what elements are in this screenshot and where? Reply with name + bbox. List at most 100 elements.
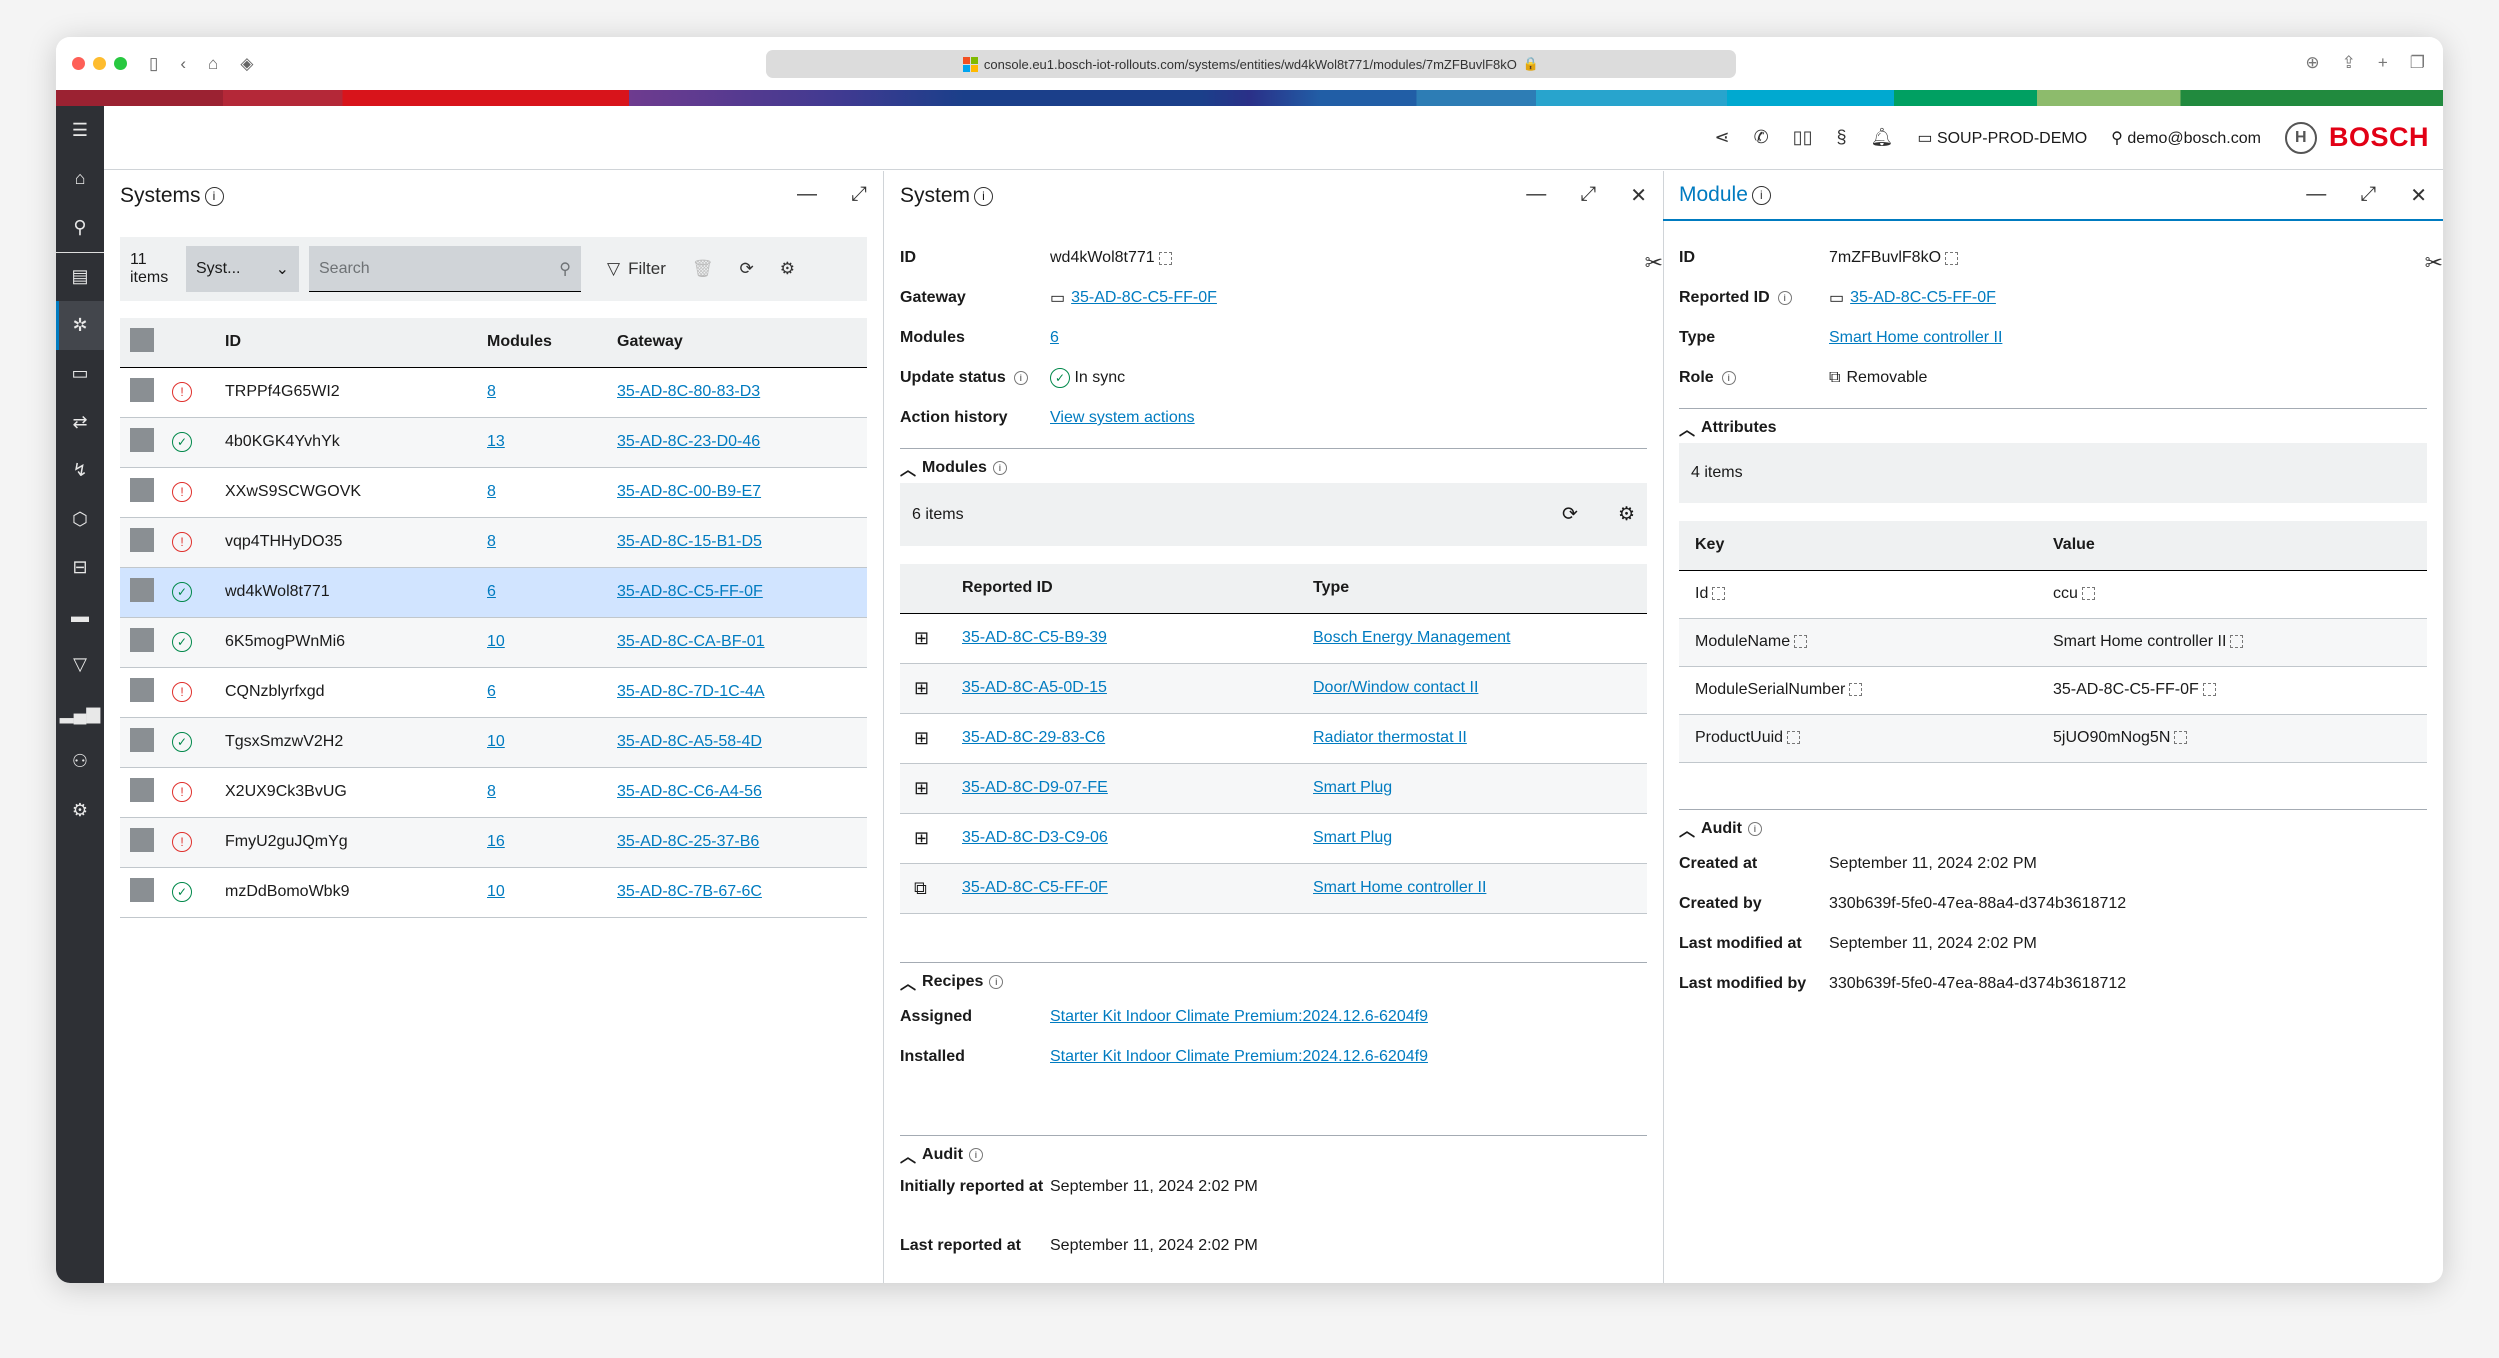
reported-id-link[interactable]: 35-AD-8C-A5-0D-15 [962, 679, 1107, 696]
copy-icon[interactable] [1849, 683, 1863, 697]
modules-count-link[interactable]: 10 [487, 733, 505, 750]
table-row[interactable]: ⊞ 35-AD-8C-A5-0D-15 Door/Window contact … [900, 663, 1647, 714]
table-row[interactable]: ✓ wd4kWol8t771 6 35-AD-8C-C5-FF-0F [120, 567, 867, 618]
table-row[interactable]: ! FmyU2guJQmYg 16 35-AD-8C-25-37-B6 [120, 817, 867, 868]
copy-icon[interactable] [1794, 635, 1808, 649]
row-checkbox[interactable] [130, 877, 154, 902]
tenant-selector[interactable]: ▭ SOUP-PROD-DEMO [1917, 128, 2087, 148]
menu-icon[interactable]: ☰ [56, 106, 104, 155]
module-type-link[interactable]: Radiator thermostat II [1313, 729, 1467, 746]
view-system-actions-link[interactable]: View system actions [1050, 409, 1195, 427]
modules-count-link[interactable]: 10 [487, 883, 505, 900]
row-checkbox[interactable] [130, 577, 154, 602]
audit-section-toggle[interactable]: ︿ Audit i [900, 1140, 1647, 1170]
copy-icon[interactable] [1712, 587, 1726, 601]
modules-count-link[interactable]: 6 [487, 683, 496, 700]
expand-panel-button[interactable]: ⤢ [1580, 183, 1596, 208]
copy-icon[interactable] [2081, 587, 2095, 601]
row-checkbox[interactable] [130, 527, 154, 552]
info-icon[interactable]: i [1013, 371, 1028, 385]
bell-icon[interactable]: 🔔︎ [1871, 127, 1894, 148]
gateway-link[interactable]: 35-AD-8C-7B-67-6C [617, 883, 762, 900]
refresh-icon[interactable]: ⟳ [739, 259, 753, 279]
info-icon[interactable]: i [974, 186, 994, 206]
modules-count-link[interactable]: 8 [487, 383, 496, 400]
module-type-link[interactable]: Smart Plug [1313, 779, 1392, 796]
sidebar-item-workflows[interactable]: ↯ [56, 447, 104, 496]
sidebar-item-modules[interactable]: ⊟ [56, 544, 104, 593]
gateway-link[interactable]: 35-AD-8C-7D-1C-4A [617, 683, 765, 700]
sidebar-item-bundles[interactable]: ▬ [56, 592, 104, 641]
delete-icon[interactable]: 🗑︎ [692, 259, 714, 279]
sidebar-item-filter[interactable]: ▽ [56, 641, 104, 690]
sidebar-item-systems[interactable]: ✲ [56, 301, 104, 350]
download-icon[interactable]: ⊕ [2305, 53, 2319, 73]
minimize-panel-button[interactable]: — [1526, 183, 1546, 208]
info-icon[interactable]: i [968, 1147, 983, 1162]
zoom-window-button[interactable] [114, 57, 127, 70]
info-icon[interactable]: i [1747, 821, 1762, 836]
table-row[interactable]: ! vqp4THHyDO35 8 35-AD-8C-15-B1-D5 [120, 517, 867, 568]
row-checkbox[interactable] [130, 477, 154, 502]
column-header-gateway[interactable]: Gateway [617, 318, 867, 368]
table-row[interactable]: ✓ mzDdBomoWbk9 10 35-AD-8C-7B-67-6C [120, 867, 867, 918]
table-row[interactable]: ⊞ 35-AD-8C-D3-C9-06 Smart Plug [900, 813, 1647, 864]
module-type-link[interactable]: Bosch Energy Management [1313, 629, 1510, 646]
tools-icon[interactable]: ✂ [1645, 250, 1663, 276]
tabs-icon[interactable]: ❐ [2410, 53, 2425, 73]
recipes-section-toggle[interactable]: ︿ Recipes i [900, 967, 1647, 997]
settings-icon[interactable]: ⚙ [780, 259, 795, 279]
table-row[interactable]: ⊞ 35-AD-8C-D9-07-FE Smart Plug [900, 763, 1647, 814]
share-icon[interactable]: ⇪ [2342, 53, 2356, 73]
sidebar-item-home[interactable]: ⌂ [56, 155, 104, 204]
new-tab-icon[interactable]: + [2378, 53, 2388, 73]
sidebar-item-reports[interactable]: ▂▄▆ [56, 689, 104, 738]
installed-recipe-link[interactable]: Starter Kit Indoor Climate Premium:2024.… [1050, 1048, 1428, 1066]
gateway-link[interactable]: 35-AD-8C-C6-A4-56 [617, 783, 762, 800]
reported-id-link[interactable]: 35-AD-8C-29-83-C6 [962, 729, 1105, 746]
gateway-link[interactable]: 35-AD-8C-23-D0-46 [617, 433, 760, 450]
settings-icon[interactable]: ⚙ [1618, 503, 1635, 526]
expand-panel-button[interactable]: ⤢ [851, 183, 867, 206]
gateway-link[interactable]: 35-AD-8C-A5-58-4D [617, 733, 762, 750]
modules-count-link[interactable]: 8 [487, 483, 496, 500]
modules-section-toggle[interactable]: ︿ Modules i [900, 453, 1647, 483]
close-window-button[interactable] [72, 57, 85, 70]
copy-icon[interactable] [1158, 251, 1172, 265]
table-row[interactable]: ! X2UX9Ck3BvUG 8 35-AD-8C-C6-A4-56 [120, 767, 867, 818]
row-checkbox[interactable] [130, 777, 154, 802]
table-row[interactable]: ⧉ 35-AD-8C-C5-FF-0F Smart Home controlle… [900, 863, 1647, 914]
assigned-recipe-link[interactable]: Starter Kit Indoor Climate Premium:2024.… [1050, 1008, 1428, 1026]
info-icon[interactable]: i [204, 186, 224, 206]
book-icon[interactable]: ▯▯ [1793, 127, 1813, 148]
table-row[interactable]: ⊞ 35-AD-8C-29-83-C6 Radiator thermostat … [900, 713, 1647, 764]
sidebar-item-rollouts[interactable]: ⇄ [56, 398, 104, 447]
reported-id-link[interactable]: 35-AD-8C-C5-B9-39 [962, 629, 1107, 646]
modules-count-link[interactable]: 16 [487, 833, 505, 850]
module-type-link[interactable]: Door/Window contact II [1313, 679, 1478, 696]
gateway-link[interactable]: 35-AD-8C-C5-FF-0F [617, 583, 763, 600]
expand-panel-button[interactable]: ⤢ [2360, 183, 2376, 208]
home-icon[interactable]: ⌂ [208, 54, 218, 74]
modules-count-link[interactable]: 10 [487, 633, 505, 650]
reported-id-link[interactable]: 35-AD-8C-C5-FF-0F [962, 879, 1108, 896]
column-header-key[interactable]: Key [1679, 521, 2053, 571]
modules-count-link[interactable]: 8 [487, 533, 496, 550]
column-header-type[interactable]: Type [1313, 564, 1647, 614]
user-menu[interactable]: ⚲ demo@bosch.com [2111, 128, 2261, 148]
table-row[interactable]: ! CQNzblyrfxgd 6 35-AD-8C-7D-1C-4A [120, 667, 867, 718]
sidebar-item-search[interactable]: ⚲ [56, 203, 104, 252]
sidebar-toggle-icon[interactable]: ▯ [149, 54, 158, 74]
minimize-window-button[interactable] [93, 57, 106, 70]
minimize-panel-button[interactable]: — [797, 183, 817, 206]
audit-section-toggle[interactable]: ︿ Audit i [1679, 814, 2427, 844]
row-checkbox[interactable] [130, 677, 154, 702]
copy-icon[interactable] [2230, 635, 2244, 649]
reported-id-link[interactable]: 35-AD-8C-D3-C9-06 [962, 829, 1108, 846]
sidebar-item-packages[interactable]: ⬡ [56, 495, 104, 544]
table-row[interactable]: ✓ 4b0KGK4YvhYk 13 35-AD-8C-23-D0-46 [120, 417, 867, 468]
shield-icon[interactable]: ◈ [240, 54, 253, 74]
column-header-id[interactable]: ID [225, 318, 487, 368]
back-icon[interactable]: ‹ [180, 54, 186, 74]
modules-count-link[interactable]: 6 [1050, 329, 1059, 347]
